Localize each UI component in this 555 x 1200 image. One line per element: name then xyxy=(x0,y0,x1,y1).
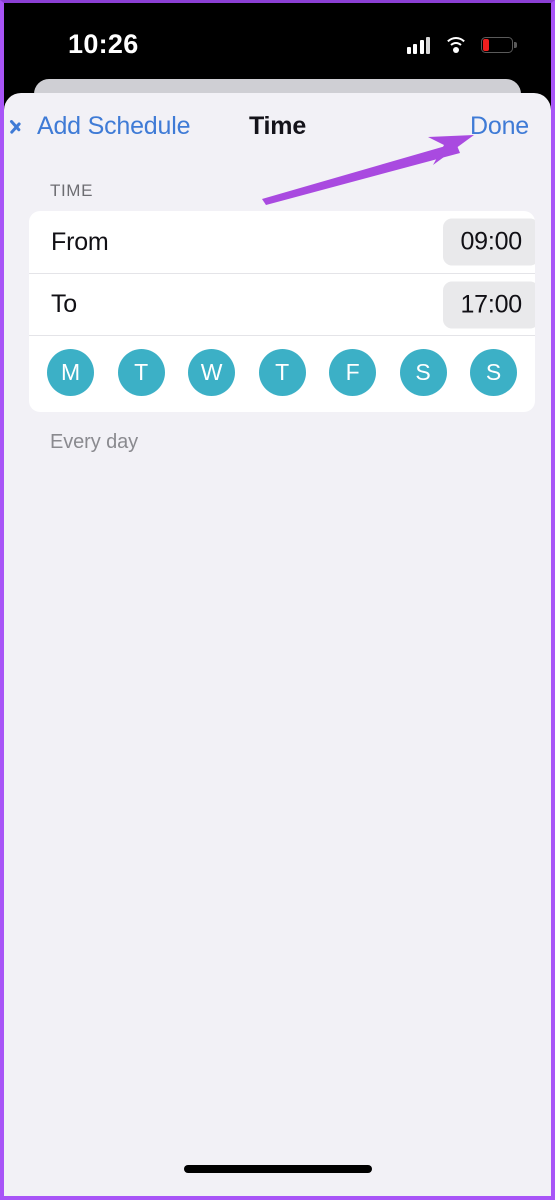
battery-low-icon xyxy=(481,37,517,53)
weekday-toggle-tuesday[interactable]: T xyxy=(117,349,165,396)
section-header-time: TIME xyxy=(50,181,94,200)
status-bar: 10:26 xyxy=(4,3,551,81)
repeat-summary-label: Every day xyxy=(50,431,139,453)
from-row-label: From xyxy=(51,227,109,256)
from-time-row[interactable]: From 09:00 xyxy=(29,211,535,273)
weekday-toggle-wednesday[interactable]: W xyxy=(188,349,235,396)
weekday-toggle-monday[interactable]: M xyxy=(47,349,94,396)
to-row-label: To xyxy=(51,290,78,318)
to-time-value[interactable]: 17:00 xyxy=(443,281,535,328)
from-time-value[interactable]: 09:00 xyxy=(443,218,535,266)
cellular-bars-icon xyxy=(406,36,430,54)
time-settings-sheet: Add Schedule Time Done TIME From 09:00 T… xyxy=(4,93,551,1196)
weekday-toggle-saturday[interactable]: S xyxy=(399,349,447,396)
time-settings-card: From 09:00 To 17:00 M T W T F S S xyxy=(29,211,535,412)
weekday-toggle-friday[interactable]: F xyxy=(329,349,376,396)
status-bar-clock: 10:26 xyxy=(68,28,139,59)
done-button[interactable]: Done xyxy=(470,112,529,141)
weekday-toggle-thursday[interactable]: T xyxy=(258,349,306,396)
status-bar-icons xyxy=(406,36,517,54)
page-title: Time xyxy=(248,111,307,140)
to-time-row[interactable]: To 17:00 xyxy=(29,273,535,335)
screenshot-frame: 10:26 Add Schedule Time Done TIME From 0… xyxy=(0,0,555,1200)
weekday-toggle-sunday[interactable]: S xyxy=(470,349,517,396)
wifi-icon xyxy=(443,36,468,54)
weekday-selector: M T W T F S S xyxy=(29,335,535,412)
navigation-bar: Add Schedule Time Done xyxy=(4,93,551,159)
home-indicator[interactable] xyxy=(183,1165,372,1173)
